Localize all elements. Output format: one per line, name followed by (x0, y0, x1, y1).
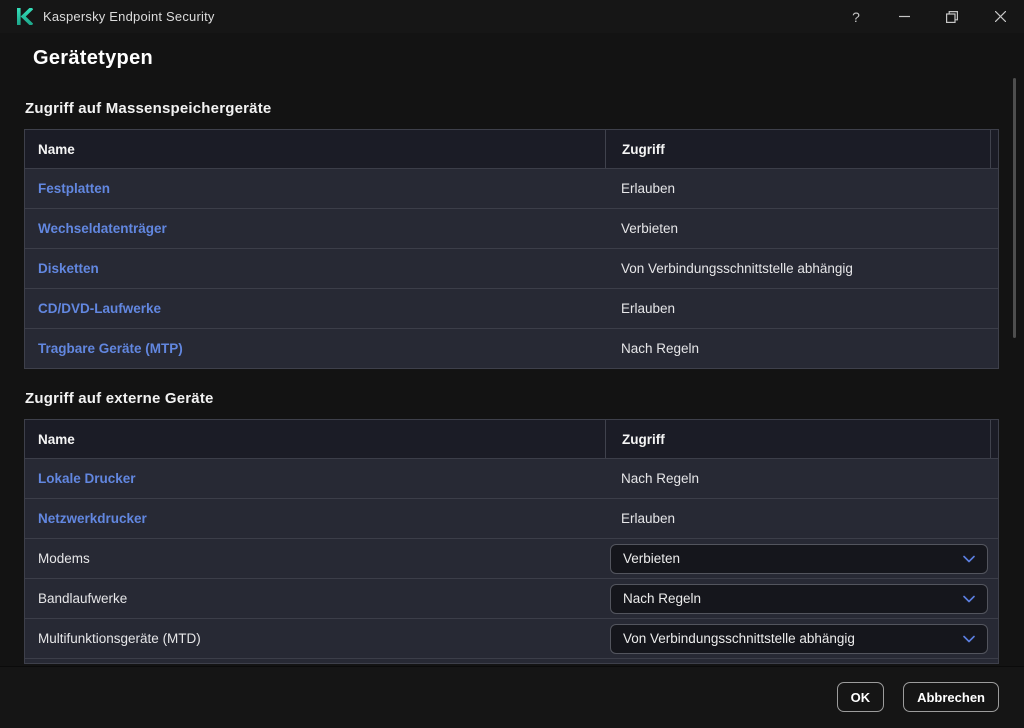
access-cell: Verbieten (605, 209, 998, 248)
table-row: Wechseldatenträger Verbieten (25, 208, 998, 248)
access-cell: Nach Regeln (605, 579, 998, 618)
table-row: CD/DVD-Laufwerke Erlauben (25, 288, 998, 328)
table-row: Bandlaufwerke Nach Regeln (25, 578, 998, 618)
device-name-cell: Netzwerkdrucker (25, 499, 605, 538)
chevron-down-icon (963, 595, 975, 603)
access-cell: Von Verbindungsschnittstelle abhängig (605, 619, 998, 658)
section-external-devices: Zugriff auf externe Geräte Name Zugriff … (0, 390, 1024, 664)
table-row: Lokale Drucker Nach Regeln (25, 458, 998, 498)
access-value: Verbieten (605, 221, 678, 236)
access-dropdown-value: Verbieten (623, 551, 963, 566)
help-icon: ? (852, 9, 860, 25)
table-row: Tragbare Geräte (MTP) Nach Regeln (25, 328, 998, 368)
restore-button[interactable] (928, 0, 976, 33)
window-controls: ? (832, 0, 1024, 33)
access-cell: Von Verbindungsschnittstelle abhängig (605, 249, 998, 288)
device-name-cell: CD/DVD-Laufwerke (25, 289, 605, 328)
window-title: Kaspersky Endpoint Security (43, 9, 215, 24)
device-table: Name Zugriff Lokale Drucker Nach Regeln Ne… (24, 419, 999, 664)
device-name-label: Multifunktionsgeräte (MTD) (38, 631, 201, 646)
device-name-label: Modems (38, 551, 90, 566)
column-header-access: Zugriff (605, 130, 990, 168)
access-cell: Erlauben (605, 499, 998, 538)
access-value: Erlauben (605, 181, 675, 196)
access-cell: Nach Regeln (605, 329, 998, 368)
table-header: Name Zugriff (25, 420, 998, 458)
table-header-corner (990, 420, 998, 458)
section-mass-storage: Zugriff auf Massenspeichergeräte Name Zu… (0, 100, 1024, 369)
device-name-cell: Lokale Drucker (25, 459, 605, 498)
cancel-button[interactable]: Abbrechen (903, 682, 999, 712)
device-name-cell: Festplatten (25, 169, 605, 208)
column-header-name: Name (25, 420, 605, 458)
table-row: Disketten Von Verbindungsschnittstelle ab… (25, 248, 998, 288)
access-cell: Nach Regeln (605, 459, 998, 498)
app-window: Kaspersky Endpoint Security ? Gerätetype… (0, 0, 1024, 728)
access-value: Nach Regeln (605, 341, 699, 356)
column-header-name: Name (25, 130, 605, 168)
device-name-cell: Bandlaufwerke (25, 579, 605, 618)
minimize-icon (899, 11, 910, 22)
access-cell: Verbieten (605, 539, 998, 578)
device-name-label: Bandlaufwerke (38, 591, 127, 606)
access-dropdown-value: Nach Regeln (623, 591, 963, 606)
ok-button[interactable]: OK (837, 682, 885, 712)
access-dropdown[interactable]: Von Verbindungsschnittstelle abhängig (610, 624, 988, 654)
dialog-footer: OK Abbrechen (0, 666, 1024, 728)
device-name-link[interactable]: Lokale Drucker (38, 471, 136, 486)
restore-icon (946, 11, 958, 23)
chevron-down-icon (963, 555, 975, 563)
page-title: Gerätetypen (33, 47, 1024, 70)
section-heading: Zugriff auf externe Geräte (25, 390, 1024, 407)
table-header-corner (990, 130, 998, 168)
table-row: Festplatten Erlauben (25, 168, 998, 208)
titlebar: Kaspersky Endpoint Security ? (0, 0, 1024, 33)
table-body: Lokale Drucker Nach Regeln Netzwerkdrucker… (25, 458, 998, 658)
vertical-scrollbar[interactable] (1013, 78, 1016, 338)
table-row: Multifunktionsgeräte (MTD) Von Verbindung… (25, 618, 998, 658)
table-header: Name Zugriff (25, 130, 998, 168)
content-area: Gerätetypen Zugriff auf Massenspeicherge… (0, 33, 1024, 666)
chevron-down-icon (963, 635, 975, 643)
close-icon (995, 11, 1006, 22)
device-table: Name Zugriff Festplatten Erlauben Wechseld… (24, 129, 999, 369)
access-cell: Erlauben (605, 169, 998, 208)
kaspersky-logo-icon (16, 8, 33, 25)
device-name-cell: Wechseldatenträger (25, 209, 605, 248)
minimize-button[interactable] (880, 0, 928, 33)
access-dropdown[interactable]: Nach Regeln (610, 584, 988, 614)
device-name-link[interactable]: Netzwerkdrucker (38, 511, 147, 526)
access-value: Erlauben (605, 301, 675, 316)
close-button[interactable] (976, 0, 1024, 33)
access-dropdown-value: Von Verbindungsschnittstelle abhängig (623, 631, 963, 646)
device-name-cell: Multifunktionsgeräte (MTD) (25, 619, 605, 658)
access-value: Erlauben (605, 511, 675, 526)
device-name-link[interactable]: CD/DVD-Laufwerke (38, 301, 161, 316)
access-value: Von Verbindungsschnittstelle abhängig (605, 261, 853, 276)
access-cell: Erlauben (605, 289, 998, 328)
section-heading: Zugriff auf Massenspeichergeräte (25, 100, 1024, 117)
device-name-cell: Disketten (25, 249, 605, 288)
device-name-cell: Tragbare Geräte (MTP) (25, 329, 605, 368)
access-dropdown[interactable]: Verbieten (610, 544, 988, 574)
column-header-access: Zugriff (605, 420, 990, 458)
table-row: Modems Verbieten (25, 538, 998, 578)
table-row-partial (25, 658, 998, 663)
access-value: Nach Regeln (605, 471, 699, 486)
device-name-link[interactable]: Wechseldatenträger (38, 221, 167, 236)
help-button[interactable]: ? (832, 0, 880, 33)
device-name-link[interactable]: Tragbare Geräte (MTP) (38, 341, 183, 356)
table-row: Netzwerkdrucker Erlauben (25, 498, 998, 538)
device-name-link[interactable]: Festplatten (38, 181, 110, 196)
device-name-cell: Modems (25, 539, 605, 578)
device-name-link[interactable]: Disketten (38, 261, 99, 276)
table-body: Festplatten Erlauben Wechseldatenträger Ver… (25, 168, 998, 368)
